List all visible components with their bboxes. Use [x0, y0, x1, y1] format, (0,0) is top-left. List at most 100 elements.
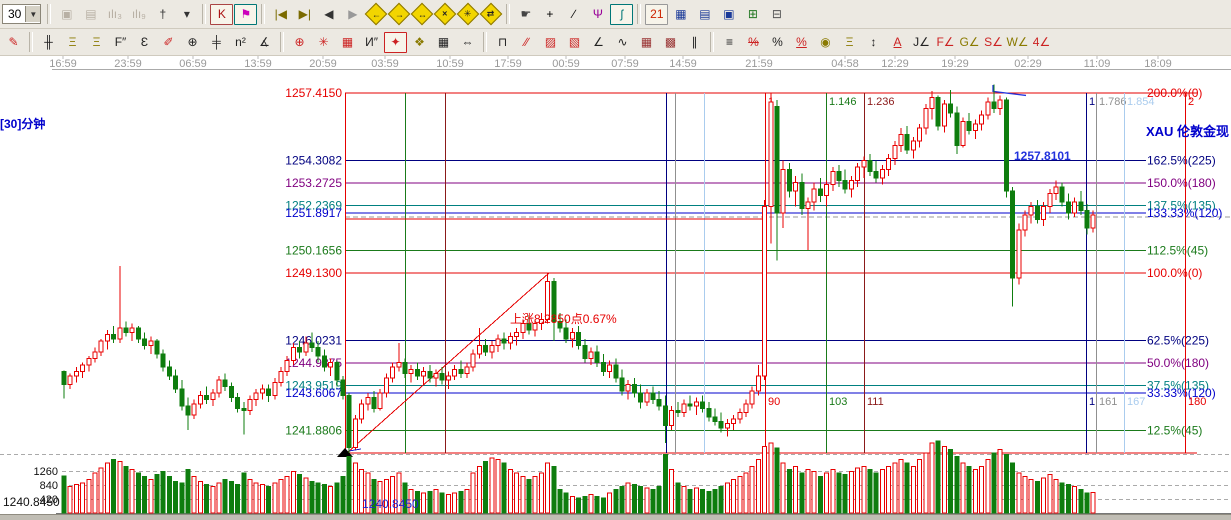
gold-segment2-icon[interactable]: Ξ — [85, 32, 108, 53]
period-dropdown[interactable]: 30▼ — [2, 4, 41, 24]
grid-123-icon[interactable]: ▦ — [432, 32, 455, 53]
dense-grid-icon[interactable]: ▦ — [635, 32, 658, 53]
report-icon[interactable]: ▤ — [79, 4, 102, 25]
scroll-left-icon[interactable]: ← — [365, 3, 388, 26]
svg-text:12.5%(45): 12.5%(45) — [1147, 424, 1202, 438]
percent-icon[interactable]: % — [766, 32, 789, 53]
fan-lines-icon[interactable]: ∕∕ — [515, 32, 538, 53]
gann-wheel-icon[interactable]: Ψ — [586, 4, 609, 25]
multicolor-chart-icon[interactable]: ⚑ — [234, 4, 257, 25]
restore-view-icon[interactable]: ✳ — [457, 3, 480, 26]
crosshair-tool-icon[interactable]: + — [538, 4, 561, 25]
svg-text:50.0%(180): 50.0%(180) — [1147, 356, 1209, 370]
pen-ruler-icon[interactable]: ✐ — [157, 32, 180, 53]
toolbar-separator — [637, 4, 641, 24]
candle-type-icon[interactable]: † — [151, 4, 174, 25]
hand-tool-icon[interactable]: ☛ — [514, 4, 537, 25]
pen-icon[interactable]: ✎ — [2, 32, 25, 53]
svg-text:840: 840 — [40, 480, 58, 492]
shen-angle-icon[interactable]: S∠ — [982, 32, 1005, 53]
calendar-icon[interactable]: 21 — [645, 4, 668, 25]
snowflake-icon[interactable]: ✳ — [312, 32, 335, 53]
svg-text:90: 90 — [768, 396, 780, 408]
kline-style-icon[interactable]: K — [210, 4, 233, 25]
span-icon[interactable]: ⇔ — [456, 32, 479, 53]
toolbar-separator — [710, 32, 714, 52]
updown-measure-icon[interactable]: ↕ — [862, 32, 885, 53]
next-page-icon[interactable]: ▶ — [341, 4, 364, 25]
grid-ruler-icon[interactable]: ╫ — [37, 32, 60, 53]
gold-circle-icon[interactable]: ◉ — [814, 32, 837, 53]
zoom-in-icon[interactable]: ⇄ — [480, 3, 503, 26]
four-angle-icon[interactable]: 4∠ — [1030, 32, 1053, 53]
bars-9-icon[interactable]: ılı₉ — [127, 4, 150, 25]
window-icon[interactable]: ▣ — [55, 4, 78, 25]
svg-text:1241.8806: 1241.8806 — [285, 424, 342, 438]
high-flag[interactable] — [993, 85, 1026, 96]
svg-text:180: 180 — [1188, 396, 1206, 408]
percent-strike-icon[interactable]: % — [742, 32, 765, 53]
compass-icon[interactable]: ⊕ — [181, 32, 204, 53]
fan-box-icon[interactable]: ▨ — [539, 32, 562, 53]
zoom-out-icon[interactable]: ↔ — [411, 3, 434, 26]
percent-line-icon[interactable]: % — [790, 32, 813, 53]
trend-line[interactable] — [337, 273, 549, 457]
dense-grid2-icon[interactable]: ▩ — [659, 32, 682, 53]
restore-view-icon-glyph: ✳ — [465, 8, 473, 19]
angle-fan-icon[interactable]: ∠ — [587, 32, 610, 53]
parallel-lines-icon[interactable]: ∥ — [683, 32, 706, 53]
scale-ruler-icon[interactable]: ≡ — [718, 32, 741, 53]
svg-text:12:29: 12:29 — [881, 58, 909, 70]
red-compass-icon[interactable]: ⊕ — [288, 32, 311, 53]
period-value: 30 — [3, 7, 25, 21]
zigzag-icon[interactable]: ∿ — [611, 32, 634, 53]
candle-type-dropdown[interactable]: ▾ — [175, 4, 198, 25]
f-angle-icon[interactable]: F∠ — [934, 32, 957, 53]
svg-text:1: 1 — [1089, 396, 1095, 408]
gann-ying-icon[interactable]: ❖ — [408, 32, 431, 53]
svg-text:18:09: 18:09 — [1144, 58, 1172, 70]
ying-angle-icon[interactable]: W∠ — [1006, 32, 1029, 53]
red-grid-icon[interactable]: ▦ — [336, 32, 359, 53]
compress-icon[interactable]: × — [434, 3, 457, 26]
svg-text:04:58: 04:58 — [831, 58, 859, 70]
angle-a-icon[interactable]: ∡ — [253, 32, 276, 53]
first-bar-icon[interactable]: |◀ — [269, 4, 292, 25]
time-axis: 16:5923:5906:5913:5920:5903:5910:5917:59… — [49, 56, 1231, 70]
toolbar-separator — [29, 32, 33, 52]
last-bar-icon[interactable]: ▶| — [293, 4, 316, 25]
svg-text:00:59: 00:59 — [552, 58, 580, 70]
bow-ruler-icon[interactable]: Ɛ — [133, 32, 156, 53]
svg-text:06:59: 06:59 — [179, 58, 207, 70]
svg-text:1: 1 — [1089, 96, 1095, 108]
gold-segment-icon[interactable]: Ξ — [61, 32, 84, 53]
calculator-icon[interactable]: ▦ — [669, 4, 692, 25]
n-squared-icon[interactable]: n² — [229, 32, 252, 53]
gold-bars-icon[interactable]: Ξ — [838, 32, 861, 53]
prev-page-icon[interactable]: ◀ — [317, 4, 340, 25]
period-dropdown-arrow-icon[interactable]: ▼ — [25, 6, 40, 22]
export-icon[interactable]: ⊞ — [741, 4, 764, 25]
chan-tool-icon[interactable]: ʃ — [610, 4, 633, 25]
tick-ruler-icon[interactable]: ╪ — [205, 32, 228, 53]
gold-angle-icon[interactable]: G∠ — [958, 32, 981, 53]
f-ruler-icon[interactable]: F″ — [109, 32, 132, 53]
memo-icon[interactable]: ▤ — [693, 4, 716, 25]
fan-corner-icon[interactable]: ▧ — [563, 32, 586, 53]
scroll-right-icon[interactable]: → — [388, 3, 411, 26]
svg-text:1257.4150: 1257.4150 — [285, 86, 342, 100]
a-marker-icon[interactable]: A — [886, 32, 909, 53]
bars-3-icon[interactable]: ılı₃ — [103, 4, 126, 25]
save-icon[interactable]: ▣ — [717, 4, 740, 25]
gann-shen-icon[interactable]: ✦ — [384, 32, 407, 53]
box-projection-icon[interactable]: ⊓ — [491, 32, 514, 53]
svg-text:14:59: 14:59 — [669, 58, 697, 70]
high-price-flag-label: 1257.8101 — [1014, 150, 1071, 162]
print-icon[interactable]: ⊟ — [765, 4, 788, 25]
chart-area[interactable]: 16:5923:5906:5913:5920:5903:5910:5917:59… — [0, 56, 1231, 514]
j-angle-icon[interactable]: J∠ — [910, 32, 933, 53]
toolbar-separator — [280, 32, 284, 52]
toolbar-separator — [506, 4, 510, 24]
wave-n-icon[interactable]: И″ — [360, 32, 383, 53]
line-tool-icon[interactable]: ∕ — [562, 4, 585, 25]
